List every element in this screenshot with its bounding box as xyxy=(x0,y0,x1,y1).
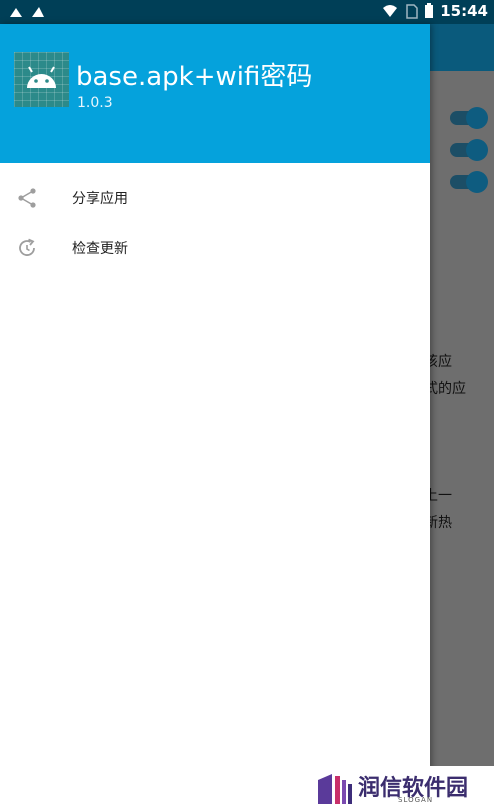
android-app-icon xyxy=(14,52,69,107)
status-bar: 15:44 xyxy=(0,0,494,24)
watermark-logo-icon xyxy=(318,774,352,804)
wifi-icon xyxy=(383,5,398,17)
clock: 15:44 xyxy=(440,2,488,20)
navigation-drawer: base.apk+wifi密码 1.0.3 分享应用 检查更新 xyxy=(0,24,430,812)
toggle-switch xyxy=(450,107,488,129)
toggle-switch xyxy=(450,171,488,193)
menu-item-share-app[interactable]: 分享应用 xyxy=(0,173,430,223)
share-icon xyxy=(18,188,36,208)
menu-item-label: 检查更新 xyxy=(72,241,128,257)
drawer-header: base.apk+wifi密码 1.0.3 xyxy=(0,24,430,163)
background-text: 式的应 xyxy=(424,381,466,397)
app-name: base.apk+wifi密码 xyxy=(76,62,313,92)
toggle-switch xyxy=(450,139,488,161)
notification-icons xyxy=(8,4,46,20)
watermark-slogan: SLOGAN xyxy=(398,796,434,804)
app-version: 1.0.3 xyxy=(77,95,113,111)
refresh-icon xyxy=(19,238,35,256)
notification-icon xyxy=(32,7,44,17)
watermark: 润信软件园 SLOGAN xyxy=(312,766,494,812)
battery-icon xyxy=(425,3,434,18)
menu-item-label: 分享应用 xyxy=(72,191,128,207)
no-sim-icon xyxy=(406,4,418,19)
system-tray: 15:44 xyxy=(382,2,488,20)
notification-icon xyxy=(10,8,22,17)
menu-item-check-update[interactable]: 检查更新 xyxy=(0,223,430,273)
